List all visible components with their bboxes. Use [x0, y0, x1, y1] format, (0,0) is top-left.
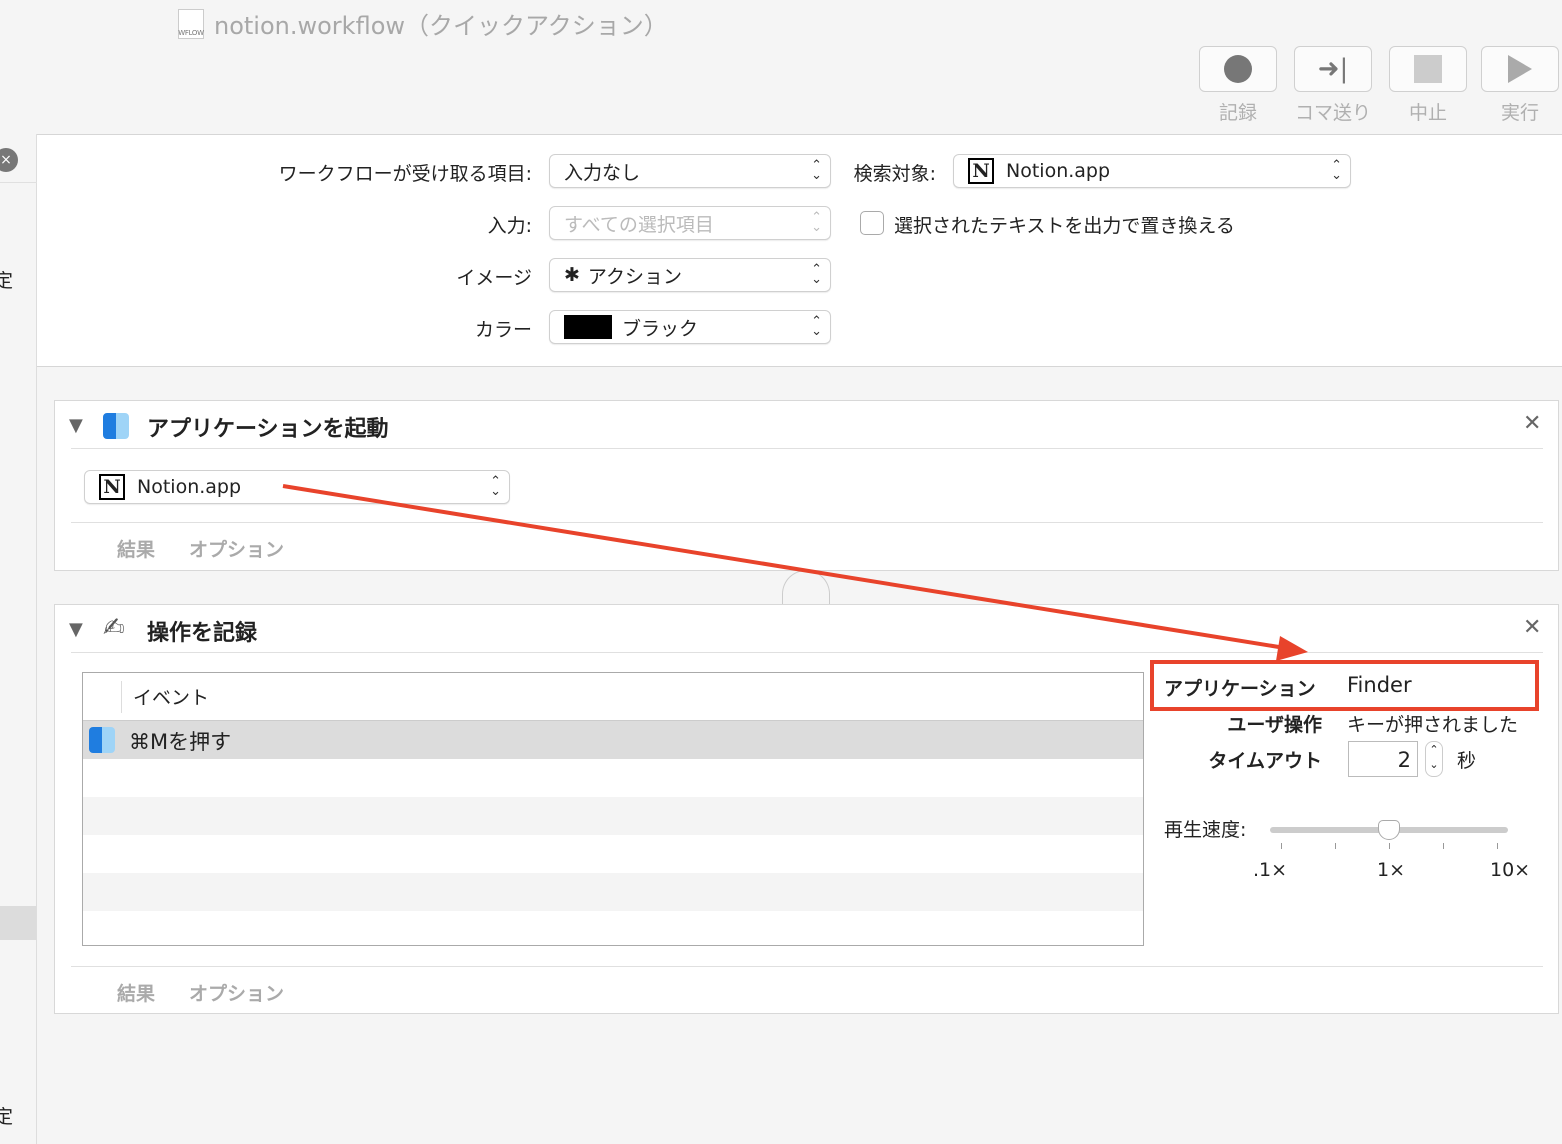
annotation-arrow: [282, 484, 1308, 661]
